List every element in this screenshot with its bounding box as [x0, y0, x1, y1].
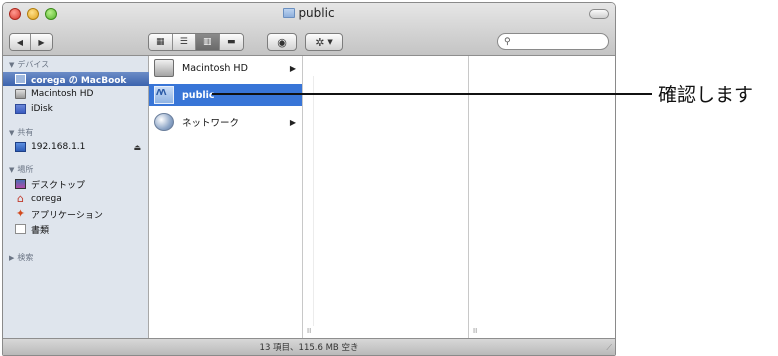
window-title: public: [298, 6, 335, 20]
sidebar-heading-shared[interactable]: ▼ 共有: [9, 127, 33, 138]
sidebar-item-desktop[interactable]: デスクトップ: [3, 177, 149, 191]
sidebar-item-home[interactable]: ⌂ corega: [3, 192, 149, 206]
network-server-icon: [15, 142, 26, 152]
sidebar-item-server[interactable]: 192.168.1.1 ⏏: [3, 140, 149, 154]
macbook-icon: [15, 74, 26, 84]
sidebar-item-label: corega の MacBook: [31, 75, 127, 86]
home-icon: ⌂: [17, 192, 24, 205]
disclosure-triangle-icon: ▼: [9, 166, 15, 174]
disclosure-arrow-icon: ▶: [289, 63, 296, 73]
column-item-label: Macintosh HD: [182, 62, 248, 74]
column-view-button[interactable]: ▥: [196, 34, 220, 50]
finder-window: public ◀ ▶ ▦ ☰ ▥ ▬ ◉ ✲ ▼ ⚲ ▼ デバイス corega の: [2, 2, 616, 356]
eject-icon[interactable]: ⏏: [133, 143, 141, 152]
toolbar-toggle-button[interactable]: [589, 9, 609, 19]
search-input[interactable]: [510, 35, 600, 48]
view-switcher: ▦ ☰ ▥ ▬: [148, 33, 244, 51]
sidebar-item-documents[interactable]: 書類: [3, 222, 149, 236]
browser-column-2: II: [303, 56, 469, 339]
column-item-label: ネットワーク: [182, 118, 240, 129]
chevron-down-icon: ▼: [327, 38, 333, 46]
sidebar-item-label: 書類: [31, 225, 50, 236]
callout-label: 確認します: [658, 84, 754, 106]
hard-drive-icon: [15, 89, 26, 99]
back-forward-control: ◀ ▶: [9, 33, 53, 51]
forward-arrow-icon: ▶: [38, 37, 45, 47]
gear-icon: ✲: [315, 35, 325, 49]
back-arrow-icon: ◀: [16, 37, 24, 47]
disclosure-triangle-icon: ▶: [9, 254, 15, 262]
back-button[interactable]: ◀: [10, 34, 32, 50]
action-menu-button[interactable]: ✲ ▼: [305, 33, 343, 51]
forward-button[interactable]: ▶: [31, 34, 52, 50]
column-item-macintosh-hd[interactable]: Macintosh HD ▶: [149, 57, 302, 79]
sidebar-heading-devices[interactable]: ▼ デバイス: [9, 59, 49, 70]
list-view-button[interactable]: ☰: [172, 34, 196, 50]
column-item-network[interactable]: ネットワーク ▶: [149, 111, 302, 133]
title-bar: public ◀ ▶ ▦ ☰ ▥ ▬ ◉ ✲ ▼ ⚲: [3, 3, 615, 56]
shared-folder-icon: [154, 86, 174, 104]
callout-line: [212, 93, 652, 95]
sidebar-item-applications[interactable]: ✦ アプリケーション: [3, 207, 149, 221]
sidebar-item-macbook[interactable]: corega の MacBook: [3, 72, 149, 86]
disclosure-triangle-icon: ▼: [9, 61, 15, 69]
sidebar-item-label: Macintosh HD: [31, 89, 94, 99]
browser-column-3: II: [469, 56, 615, 339]
hard-drive-icon: [154, 59, 174, 77]
status-text: 13 項目、115.6 MB 空き: [259, 343, 359, 353]
folder-icon: [283, 8, 296, 18]
documents-icon: [15, 224, 26, 234]
column-item-public[interactable]: public: [149, 84, 302, 106]
sidebar-item-label: corega: [31, 194, 62, 204]
sidebar-item-label: iDisk: [31, 104, 53, 114]
window-title-area: public: [3, 6, 615, 20]
column-resize-handle[interactable]: II: [473, 327, 477, 335]
sidebar: ▼ デバイス corega の MacBook Macintosh HD iDis…: [3, 56, 149, 339]
applications-icon: ✦: [15, 207, 26, 220]
quick-look-button[interactable]: ◉: [267, 33, 297, 51]
column-item-label: public: [182, 89, 215, 101]
browser-column-1: Macintosh HD ▶ public ネットワーク ▶: [149, 56, 303, 339]
eye-icon: ◉: [277, 35, 287, 49]
sidebar-item-label: アプリケーション: [31, 210, 103, 221]
sidebar-item-idisk[interactable]: iDisk: [3, 102, 149, 116]
list-view-icon: ☰: [179, 37, 188, 47]
sidebar-item-label: デスクトップ: [31, 180, 86, 191]
sidebar-heading-search[interactable]: ▶ 検索: [9, 252, 33, 263]
sidebar-heading-places[interactable]: ▼ 場所: [9, 164, 33, 175]
sidebar-item-label: 192.168.1.1: [31, 142, 86, 152]
network-globe-icon: [154, 113, 174, 131]
status-bar: 13 項目、115.6 MB 空き ⟋: [3, 338, 615, 355]
column-view-icon: ▥: [202, 37, 212, 47]
search-field[interactable]: ⚲: [497, 33, 609, 50]
search-icon: ⚲: [504, 36, 511, 47]
coverflow-view-icon: ▬: [226, 37, 236, 47]
column-resize-handle[interactable]: II: [307, 327, 311, 335]
icon-view-button[interactable]: ▦: [149, 34, 173, 50]
icon-view-icon: ▦: [155, 37, 165, 47]
coverflow-view-button[interactable]: ▬: [219, 34, 243, 50]
idisk-icon: [15, 104, 26, 114]
disclosure-arrow-icon: ▶: [289, 117, 296, 127]
sidebar-item-macintosh-hd[interactable]: Macintosh HD: [3, 87, 149, 101]
disclosure-triangle-icon: ▼: [9, 129, 15, 137]
desktop-icon: [15, 179, 26, 189]
column-divider: [313, 76, 314, 326]
resize-grip-icon[interactable]: ⟋: [606, 343, 612, 353]
